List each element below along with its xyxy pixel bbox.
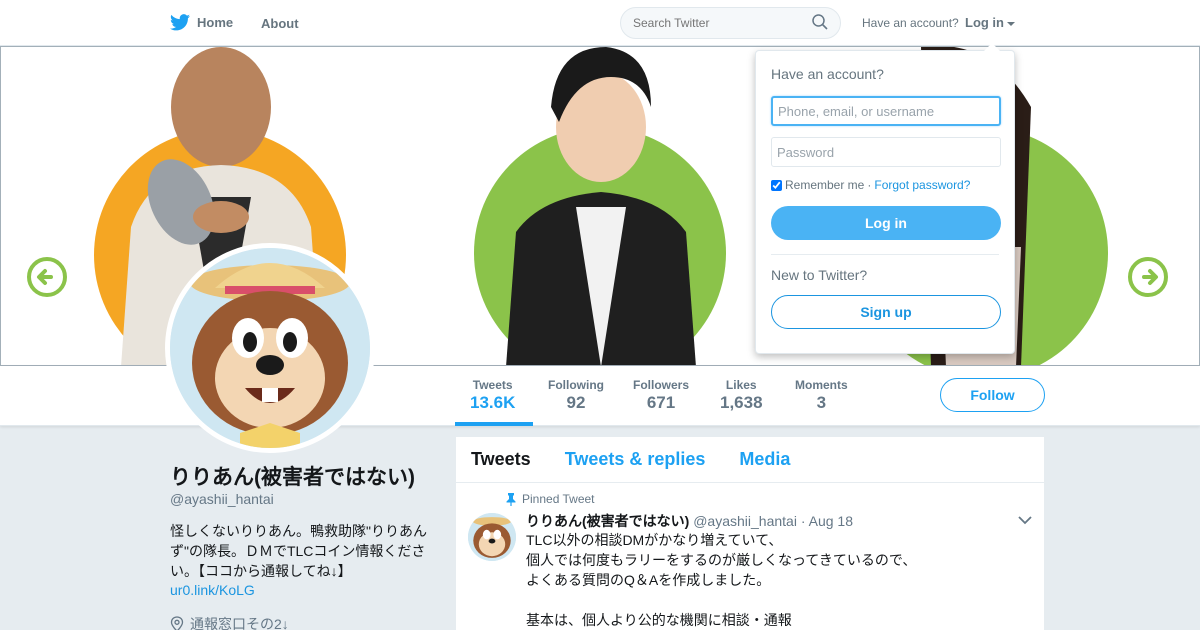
password-field[interactable] (771, 137, 1001, 167)
profile-link[interactable]: ur0.link/KoLG (170, 582, 255, 598)
chipmunk-avatar-icon (468, 513, 516, 561)
forgot-password-link[interactable]: Forgot password? (874, 178, 970, 192)
dropdown-title: Have an account? (771, 66, 884, 82)
new-to-twitter-text: New to Twitter? (771, 267, 868, 283)
timeline: Tweets Tweets & replies Media Pinned Twe… (456, 437, 1044, 630)
tweet-author-name[interactable]: りりあん(被害者ではない) (526, 513, 689, 529)
stat-label: Followers (633, 378, 690, 392)
separator-dot: · (867, 178, 872, 192)
profile-handle[interactable]: @ayashii_hantai (170, 491, 274, 507)
chevron-down-icon[interactable] (1018, 515, 1032, 525)
login-dropdown: Have an account? Remember me · Forgot pa… (755, 43, 1015, 354)
arrow-left-icon[interactable] (27, 257, 67, 297)
twitter-bird-icon (170, 14, 190, 31)
arrow-right-icon[interactable] (1128, 257, 1168, 297)
tab-tweets-replies[interactable]: Tweets & replies (565, 449, 706, 470)
profile-avatar[interactable] (165, 243, 375, 453)
nav-home-label: Home (197, 15, 234, 30)
stat-value: 1,638 (720, 393, 763, 412)
tweet-date[interactable]: · Aug 18 (801, 513, 853, 529)
stat-value: 13.6K (470, 393, 516, 412)
remember-checkbox[interactable] (771, 179, 782, 191)
stat-label: Following (548, 378, 604, 392)
stat-label: Likes (725, 378, 757, 392)
tab-tweets[interactable]: Tweets (471, 449, 531, 470)
top-nav: Home About Have an account? Log in (0, 0, 1200, 46)
stat-label: Moments (795, 378, 848, 392)
pinned-text: Pinned Tweet (522, 492, 595, 506)
follow-button[interactable]: Follow (940, 378, 1045, 412)
stat-likes[interactable]: Likes 1,638 (720, 378, 763, 413)
stat-tweets[interactable]: Tweets 13.6K (470, 378, 515, 413)
stat-value: 3 (816, 393, 827, 412)
nav-home[interactable]: Home (170, 14, 233, 31)
profile-name: りりあん(被害者ではない) (170, 466, 415, 489)
profile-bio: 怪しくないりりあん。鴨救助隊"りりあんず"の隊長。ＤＭでTLCコイン情報ください… (170, 523, 427, 579)
login-menu-label: Log in (965, 15, 1004, 30)
signup-button[interactable]: Sign up (771, 295, 1001, 329)
stat-following[interactable]: Following 92 (548, 378, 604, 413)
stat-moments[interactable]: Moments 3 (795, 378, 848, 413)
dropdown-divider (771, 254, 999, 255)
banner-person-2 (506, 47, 696, 365)
pin-icon (506, 492, 516, 506)
tweet-avatar[interactable] (468, 513, 516, 561)
caret-down-icon (1007, 21, 1015, 26)
stat-value: 92 (566, 393, 586, 412)
tweet-author-handle[interactable]: @ayashii_hantai (693, 513, 797, 529)
remember-label: Remember me (785, 178, 865, 192)
chipmunk-avatar-icon (170, 248, 370, 448)
stat-value: 671 (646, 393, 676, 412)
username-field[interactable] (771, 96, 1001, 126)
active-stat-underline (455, 422, 533, 426)
location-text: 通報窓口その2↓ (190, 616, 289, 630)
timeline-tabs: Tweets Tweets & replies Media (456, 437, 1044, 483)
tweet-header: りりあん(被害者ではない) @ayashii_hantai · Aug 18 (526, 511, 853, 531)
remember-row: Remember me · Forgot password? (771, 178, 999, 192)
login-menu[interactable]: Log in (965, 15, 1015, 30)
stat-followers[interactable]: Followers 671 (633, 378, 689, 413)
location-pin-icon (170, 616, 184, 630)
tweet-text: TLC以外の相談DMがかなり増えていて、 個人では何度もラリーをするのが厳しくな… (526, 532, 917, 628)
search-icon[interactable] (812, 14, 828, 30)
have-account-text: Have an account? (862, 16, 959, 30)
nav-about[interactable]: About (261, 16, 299, 31)
stat-label: Tweets (472, 378, 513, 392)
login-button[interactable]: Log in (771, 206, 1001, 240)
pinned-tweet-label: Pinned Tweet (506, 492, 595, 506)
tab-media[interactable]: Media (739, 449, 790, 470)
profile-location: 通報窓口その2↓ (170, 614, 289, 630)
search-input[interactable] (620, 7, 841, 39)
